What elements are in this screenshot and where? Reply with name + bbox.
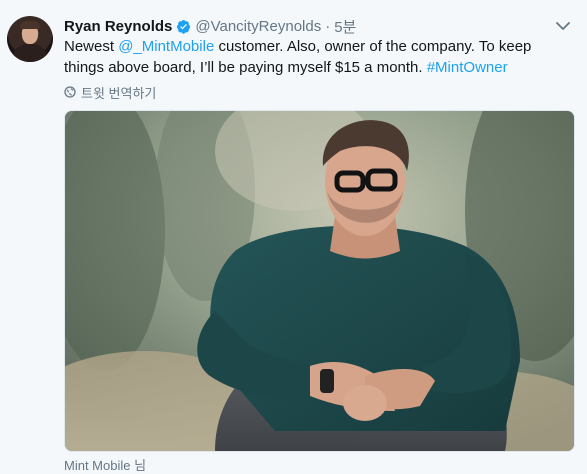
translate-label: 트윗 번역하기 [81, 85, 157, 101]
author-name[interactable]: Ryan Reynolds [64, 18, 172, 35]
globe-icon [64, 86, 76, 98]
tweet-photo[interactable] [64, 110, 575, 452]
mention-link[interactable]: @_MintMobile [118, 38, 214, 55]
tweet: Ryan Reynolds @VancityReynolds · 5분 Newe… [0, 0, 587, 473]
avatar-suit [13, 44, 47, 62]
hashtag-link[interactable]: #MintOwner [427, 59, 508, 76]
translate-tweet[interactable]: 트윗 번역하기 [64, 83, 156, 101]
avatar-hair [20, 21, 40, 29]
chevron-down-icon[interactable] [555, 18, 571, 34]
text-part: Newest [64, 38, 119, 55]
tweet-header: Ryan Reynolds @VancityReynolds · 5분 [64, 16, 356, 36]
tweet-time[interactable]: 5분 [334, 16, 356, 37]
avatar[interactable] [7, 16, 53, 62]
verified-badge-icon [176, 19, 191, 34]
separator-dot: · [325, 17, 331, 35]
author-handle[interactable]: @VancityReynolds [195, 18, 321, 35]
tweet-text: Newest @_MintMobile customer. Also, owne… [64, 36, 569, 78]
photo-caption[interactable]: Mint Mobile 님 [64, 455, 146, 474]
